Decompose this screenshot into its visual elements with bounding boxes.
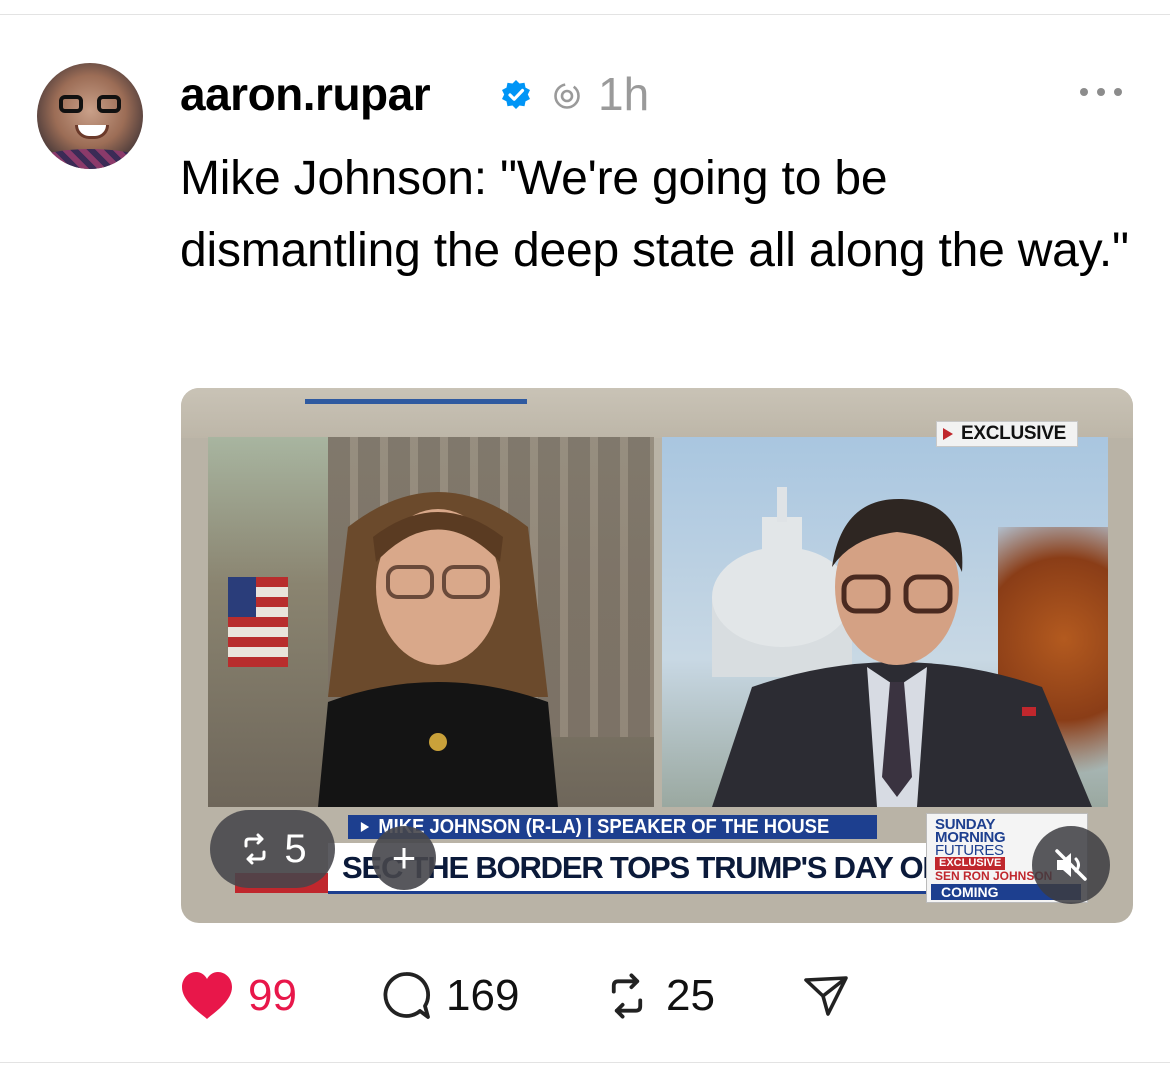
video-repost-pill[interactable]: 5 [210, 810, 335, 888]
username[interactable]: aaron.rupar [180, 66, 431, 122]
reply-count: 169 [446, 971, 520, 1020]
like-count: 99 [248, 971, 297, 1020]
repost-icon [611, 973, 643, 1019]
mute-icon[interactable] [1032, 826, 1110, 904]
top-divider [0, 14, 1170, 15]
more-icon[interactable] [1080, 88, 1122, 100]
threads-icon [554, 83, 580, 109]
comment-icon [383, 972, 431, 1019]
repost-icon [244, 833, 266, 865]
reply-button[interactable]: 169 [380, 966, 519, 1026]
share-button[interactable] [802, 966, 850, 1026]
like-button[interactable]: 99 [180, 966, 297, 1026]
exclusive-badge: EXCLUSIVE [936, 421, 1078, 447]
post-text: Mike Johnson: "We're going to be dismant… [180, 152, 1129, 277]
share-icon [804, 976, 848, 1016]
verified-icon [502, 80, 530, 109]
bottom-divider [0, 1062, 1170, 1063]
repost-button[interactable]: 25 [602, 966, 715, 1026]
repost-count: 25 [666, 971, 715, 1020]
avatar[interactable] [37, 63, 143, 169]
video-left-pane [208, 437, 654, 807]
video-right-pane [662, 437, 1108, 807]
video-repost-count: 5 [284, 826, 307, 871]
post-time: 1h [598, 68, 650, 120]
heart-icon [182, 972, 232, 1019]
plus-icon[interactable]: + [372, 826, 436, 890]
